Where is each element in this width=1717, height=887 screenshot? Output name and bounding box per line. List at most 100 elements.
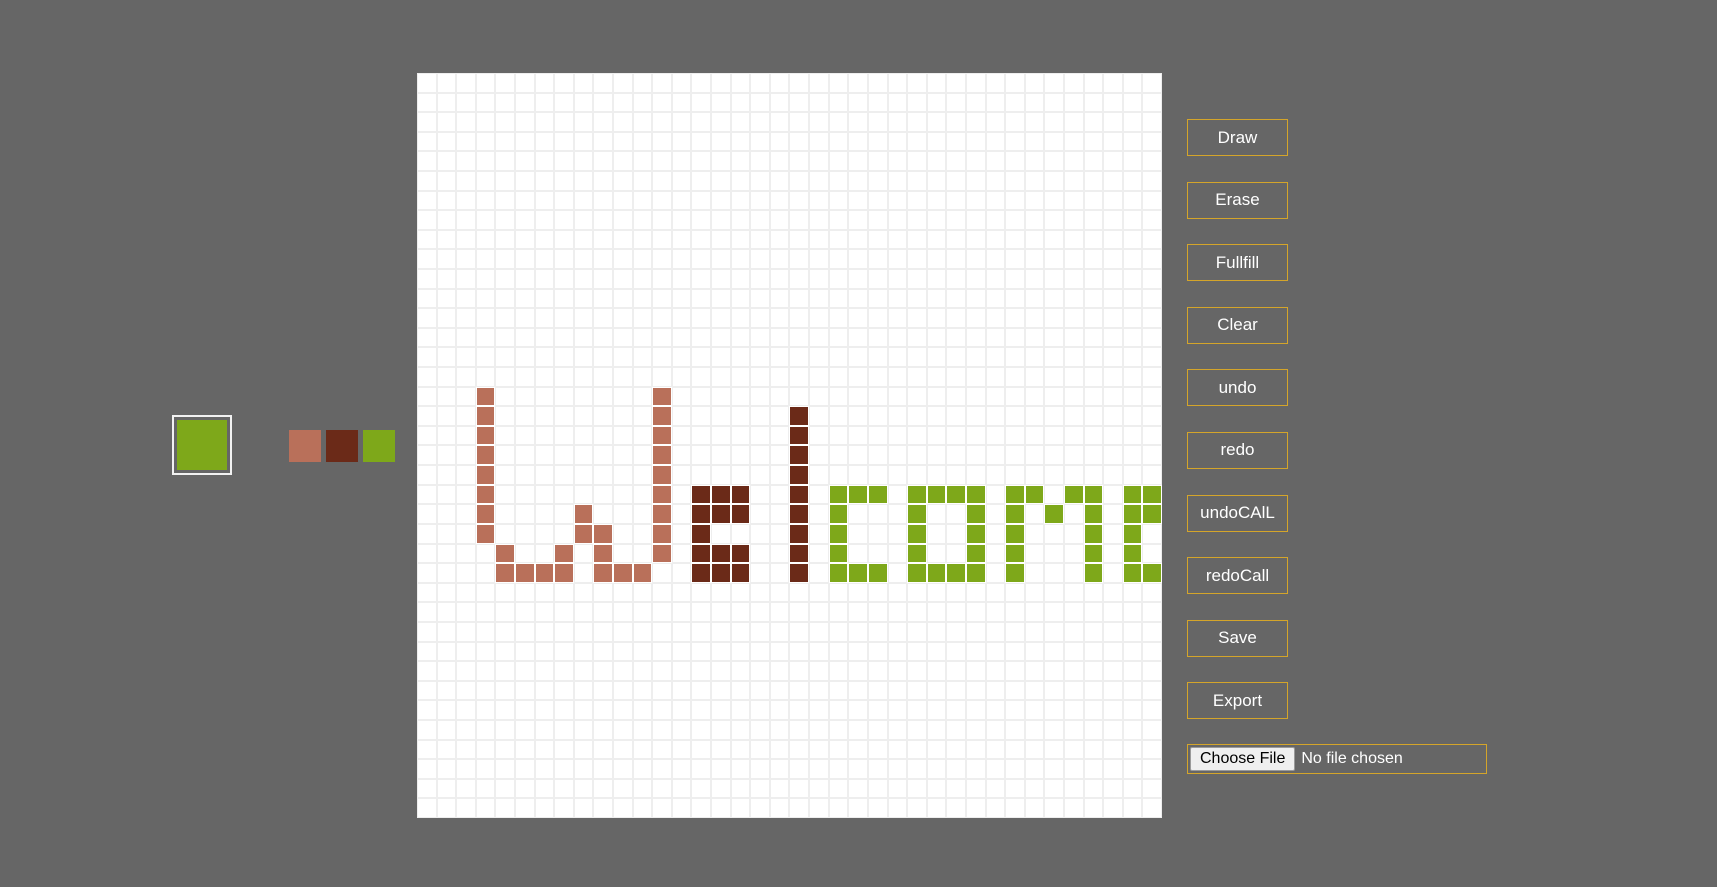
canvas-cell[interactable] (769, 739, 790, 760)
canvas-cell[interactable] (907, 308, 927, 328)
canvas-cell[interactable] (1083, 210, 1104, 230)
canvas-cell[interactable] (436, 661, 457, 681)
canvas-cell[interactable] (652, 641, 672, 662)
canvas-cell[interactable] (1063, 308, 1084, 328)
canvas-cell[interactable] (907, 759, 927, 779)
canvas-cell[interactable] (907, 602, 927, 622)
canvas-cell[interactable] (1122, 484, 1143, 505)
canvas-cell[interactable] (907, 288, 927, 309)
canvas-cell[interactable] (828, 523, 849, 544)
canvas-cell[interactable] (828, 308, 849, 328)
canvas-cell[interactable] (475, 269, 496, 289)
canvas-cell[interactable] (554, 327, 574, 348)
canvas-cell[interactable] (848, 719, 868, 740)
canvas-cell[interactable] (1063, 367, 1084, 387)
canvas-cell[interactable] (671, 739, 692, 760)
canvas-cell[interactable] (946, 700, 966, 720)
canvas-cell[interactable] (809, 269, 829, 289)
canvas-cell[interactable] (534, 425, 555, 446)
canvas-cell[interactable] (848, 112, 868, 132)
canvas-cell[interactable] (691, 386, 712, 407)
canvas-cell[interactable] (946, 739, 966, 760)
canvas-cell[interactable] (671, 386, 692, 407)
canvas-cell[interactable] (730, 73, 751, 93)
canvas-cell[interactable] (554, 406, 574, 426)
canvas-cell[interactable] (926, 759, 947, 779)
canvas-cell[interactable] (789, 563, 810, 583)
canvas-cell[interactable] (809, 288, 829, 309)
canvas-cell[interactable] (828, 425, 849, 446)
canvas-cell[interactable] (1142, 92, 1162, 113)
canvas-cell[interactable] (593, 112, 614, 132)
canvas-cell[interactable] (789, 445, 810, 466)
canvas-cell[interactable] (1005, 602, 1025, 622)
canvas-cell[interactable] (456, 759, 476, 779)
canvas-cell[interactable] (1083, 563, 1104, 583)
canvas-cell[interactable] (867, 445, 888, 466)
canvas-cell[interactable] (1122, 386, 1143, 407)
canvas-cell[interactable] (711, 661, 731, 681)
canvas-cell[interactable] (1063, 210, 1084, 230)
canvas-cell[interactable] (554, 171, 574, 191)
canvas-cell[interactable] (573, 131, 594, 152)
canvas-cell[interactable] (965, 719, 986, 740)
canvas-cell[interactable] (495, 680, 516, 701)
canvas-cell[interactable] (1044, 269, 1064, 289)
canvas-cell[interactable] (985, 582, 1006, 603)
canvas-cell[interactable] (848, 621, 868, 642)
canvas-cell[interactable] (456, 210, 476, 230)
canvas-cell[interactable] (1103, 465, 1123, 485)
canvas-cell[interactable] (809, 73, 829, 93)
canvas-cell[interactable] (632, 739, 653, 760)
canvas-cell[interactable] (946, 661, 966, 681)
canvas-cell[interactable] (887, 445, 908, 466)
canvas-cell[interactable] (1083, 523, 1104, 544)
canvas-cell[interactable] (965, 386, 986, 407)
canvas-cell[interactable] (652, 661, 672, 681)
canvas-cell[interactable] (593, 582, 614, 603)
canvas-cell[interactable] (652, 249, 672, 270)
canvas-cell[interactable] (417, 563, 437, 583)
canvas-cell[interactable] (926, 367, 947, 387)
canvas-cell[interactable] (671, 778, 692, 799)
canvas-cell[interactable] (534, 543, 555, 564)
canvas-cell[interactable] (750, 719, 770, 740)
canvas-cell[interactable] (1044, 229, 1064, 250)
canvas-cell[interactable] (613, 641, 633, 662)
canvas-cell[interactable] (907, 661, 927, 681)
canvas-cell[interactable] (593, 308, 614, 328)
canvas-cell[interactable] (417, 327, 437, 348)
canvas-cell[interactable] (652, 563, 672, 583)
canvas-cell[interactable] (848, 563, 868, 583)
canvas-cell[interactable] (1103, 523, 1123, 544)
canvas-cell[interactable] (573, 778, 594, 799)
canvas-cell[interactable] (711, 367, 731, 387)
canvas-cell[interactable] (809, 680, 829, 701)
canvas-cell[interactable] (769, 778, 790, 799)
canvas-cell[interactable] (711, 229, 731, 250)
canvas-cell[interactable] (573, 367, 594, 387)
canvas-cell[interactable] (573, 465, 594, 485)
canvas-cell[interactable] (848, 347, 868, 368)
canvas-cell[interactable] (769, 465, 790, 485)
canvas-cell[interactable] (671, 759, 692, 779)
canvas-cell[interactable] (1142, 190, 1162, 211)
canvas-cell[interactable] (730, 719, 751, 740)
canvas-cell[interactable] (809, 484, 829, 505)
canvas-cell[interactable] (593, 425, 614, 446)
redo-button[interactable]: redo (1187, 431, 1288, 469)
canvas-cell[interactable] (613, 171, 633, 191)
canvas-cell[interactable] (1044, 288, 1064, 309)
canvas-cell[interactable] (789, 151, 810, 172)
canvas-cell[interactable] (769, 445, 790, 466)
canvas-cell[interactable] (1044, 190, 1064, 211)
canvas-cell[interactable] (1083, 719, 1104, 740)
canvas-cell[interactable] (926, 308, 947, 328)
canvas-cell[interactable] (848, 484, 868, 505)
canvas-cell[interactable] (495, 602, 516, 622)
canvas-cell[interactable] (632, 308, 653, 328)
canvas-cell[interactable] (750, 582, 770, 603)
canvas-cell[interactable] (828, 484, 849, 505)
canvas-cell[interactable] (456, 367, 476, 387)
canvas-cell[interactable] (554, 190, 574, 211)
